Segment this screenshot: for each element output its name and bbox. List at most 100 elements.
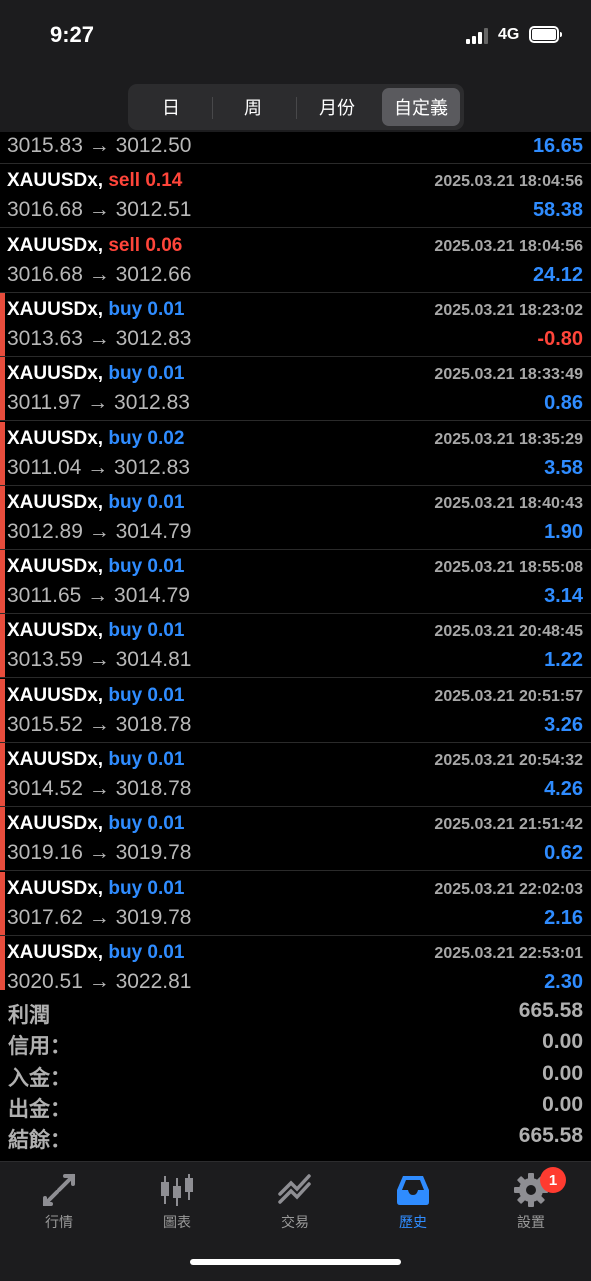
tab-chart[interactable]: 圖表 bbox=[118, 1170, 236, 1240]
trade-row[interactable]: XAUUSDx, buy 0.01 2025.03.21 20:54:32 3014… bbox=[0, 743, 591, 807]
trade-side-lots: buy 0.01 bbox=[103, 685, 184, 706]
trade-lots: 0.01 bbox=[147, 556, 185, 578]
trade-prices: 3016.68 → 3012.51 bbox=[7, 198, 192, 222]
trade-lots: 0.02 bbox=[147, 427, 185, 449]
trade-symbol: XAUUSDx, buy 0.01 bbox=[7, 620, 184, 642]
trade-side: buy bbox=[108, 298, 143, 320]
trade-side-lots: buy 0.01 bbox=[103, 620, 184, 641]
summary-value: 0.00 bbox=[542, 1061, 583, 1085]
trade-datetime: 2025.03.21 20:54:32 bbox=[434, 752, 583, 769]
tab-trade[interactable]: 交易 bbox=[236, 1170, 354, 1240]
trade-trend-icon bbox=[278, 1174, 311, 1204]
tab-quotes[interactable]: 行情 bbox=[0, 1170, 118, 1240]
trade-row[interactable]: XAUUSDx, buy 0.01 2025.03.21 18:55:08 3011… bbox=[0, 550, 591, 615]
trade-prices: 3011.97 → 3012.83 bbox=[7, 391, 190, 415]
symbol-name: XAUUSDx, bbox=[7, 170, 104, 192]
trade-datetime: 2025.03.21 18:55:08 bbox=[434, 559, 583, 577]
trade-prices: 3013.63 → 3012.83 bbox=[7, 326, 192, 350]
trade-side-lots: buy 0.01 bbox=[103, 363, 184, 384]
tab-label: 圖表 bbox=[163, 1214, 191, 1230]
trade-lots: 0.14 bbox=[145, 170, 183, 192]
cellular-signal-icon bbox=[466, 28, 492, 44]
trade-row[interactable]: XAUUSDx, buy 0.01 2025.03.21 22:02:03 3017… bbox=[0, 871, 591, 936]
tab-label: 歷史 bbox=[399, 1214, 427, 1230]
tab-history[interactable]: 歷史 bbox=[354, 1170, 472, 1240]
trade-profit: 4.26 bbox=[544, 778, 583, 800]
trade-row[interactable]: XAUUSDx, buy 0.02 2025.03.21 18:35:29 3011… bbox=[0, 421, 591, 486]
trade-side: buy bbox=[108, 941, 143, 963]
trade-row[interactable]: XAUUSDx, buy 0.01 2025.03.21 18:23:02 3013… bbox=[0, 292, 591, 357]
trade-side-lots: buy 0.02 bbox=[103, 428, 184, 449]
summary-value: 0.00 bbox=[542, 1092, 583, 1116]
trade-profit: 3.58 bbox=[544, 456, 583, 479]
trade-profit: 24.12 bbox=[532, 263, 583, 286]
summary-row: 信用： 0.00 bbox=[0, 1030, 591, 1061]
trade-row[interactable]: XAUUSDx, 3015.83 → 3012.5016.65 bbox=[0, 130, 591, 164]
period-tab-day[interactable]: 日 bbox=[132, 88, 210, 126]
symbol-name: XAUUSDx, bbox=[7, 941, 104, 963]
period-segmented-control: 日 周 月份 自定義 bbox=[128, 84, 464, 130]
trade-profit: 3.14 bbox=[544, 585, 583, 608]
trade-row[interactable]: XAUUSDx, buy 0.01 2025.03.21 21:51:42 3019… bbox=[0, 807, 591, 872]
summary-value: 0.00 bbox=[542, 1030, 583, 1054]
trade-prices: 3019.16 → 3019.78 bbox=[7, 841, 192, 865]
trade-profit: -0.80 bbox=[537, 327, 583, 350]
trade-history-list[interactable]: XAUUSDx, 3015.83 → 3012.50 16.65 XAUUSDx, … bbox=[0, 130, 591, 990]
trade-row[interactable]: XAUUSDx, buy 0.01 2025.03.21 20:48:45 3013… bbox=[0, 614, 591, 679]
trade-lots: 0.01 bbox=[147, 749, 185, 770]
trade-symbol: XAUUSDx, buy 0.01 bbox=[7, 363, 184, 385]
tab-settings[interactable]: 設置 bbox=[472, 1170, 590, 1240]
period-tab-custom[interactable]: 自定義 bbox=[382, 88, 460, 126]
trade-side-lots: buy 0.01 bbox=[103, 749, 184, 770]
period-tab-month[interactable]: 月份 bbox=[298, 88, 376, 126]
trade-side-lots: buy 0.01 bbox=[103, 942, 184, 963]
trade-prices: 3015.83 → 3012.50 bbox=[7, 134, 192, 157]
trade-row[interactable]: XAUUSDx, buy 0.01 2025.03.21 20:51:57 3015… bbox=[0, 678, 591, 743]
trade-datetime: 2025.03.21 18:40:43 bbox=[434, 494, 583, 512]
trade-side: buy bbox=[108, 556, 143, 578]
trade-symbol: XAUUSDx, buy 0.01 bbox=[7, 492, 184, 514]
trade-prices: 3014.52 → 3018.78 bbox=[7, 777, 192, 800]
trade-lots: 0.01 bbox=[147, 941, 185, 963]
trade-symbol: XAUUSDx, buy 0.01 bbox=[7, 878, 184, 900]
symbol-name: XAUUSDx, bbox=[7, 363, 104, 385]
trade-profit: 1.90 bbox=[544, 520, 583, 543]
home-indicator[interactable] bbox=[190, 1259, 401, 1265]
trade-prices: 3015.52 → 3018.78 bbox=[7, 712, 192, 736]
account-summary: 利潤 665.58 信用： 0.00 入金： 0.00 出金： 0.00 結餘： 665.58 bbox=[0, 995, 591, 1159]
trade-side: sell bbox=[108, 234, 141, 256]
trade-side-lots: sell 0.06 bbox=[103, 235, 182, 256]
trade-side: buy bbox=[108, 684, 143, 706]
trade-symbol: XAUUSDx, sell 0.06 bbox=[7, 235, 182, 257]
trade-datetime: 2025.03.21 18:04:56 bbox=[434, 173, 583, 191]
summary-row: 利潤 665.58 bbox=[0, 999, 591, 1030]
trade-lots: 0.01 bbox=[147, 620, 185, 642]
summary-value: 665.58 bbox=[518, 999, 583, 1022]
symbol-name: XAUUSDx, bbox=[7, 620, 104, 642]
trade-side-lots: sell 0.14 bbox=[103, 170, 182, 191]
trade-side: buy bbox=[108, 813, 143, 835]
trade-lots: 0.01 bbox=[147, 877, 185, 899]
trade-symbol: XAUUSDx, sell 0.14 bbox=[7, 170, 182, 192]
trade-row[interactable]: XAUUSDx, buy 0.01 2025.03.21 18:33:49 3011… bbox=[0, 357, 591, 422]
trade-row[interactable]: XAUUSDx, sell 0.14 2025.03.21 18:04:56 301… bbox=[0, 164, 591, 229]
network-type: 4G bbox=[498, 26, 520, 43]
trade-row[interactable]: XAUUSDx, buy 0.01 2025.03.21 18:40:43 3012… bbox=[0, 485, 591, 550]
trade-side: buy bbox=[108, 427, 143, 449]
quotes-arrows-icon bbox=[43, 1174, 75, 1206]
trade-prices: 3013.59 → 3014.81 bbox=[7, 648, 192, 672]
symbol-name: XAUUSDx, bbox=[7, 298, 104, 320]
trade-datetime: 2025.03.21 20:51:57 bbox=[434, 687, 583, 705]
period-tab-week[interactable]: 周 bbox=[214, 88, 292, 126]
summary-row: 結餘： 665.58 bbox=[0, 1124, 591, 1155]
trade-row[interactable]: XAUUSDx, sell 0.06 2025.03.21 18:04:56 301… bbox=[0, 229, 591, 293]
trade-datetime: 2025.03.21 18:04:56 bbox=[434, 237, 583, 255]
summary-value: 665.58 bbox=[518, 1124, 583, 1148]
trade-symbol: XAUUSDx, buy 0.01 bbox=[7, 749, 184, 771]
tab-label: 交易 bbox=[281, 1214, 309, 1230]
symbol-name: XAUUSDx, bbox=[7, 427, 104, 449]
trade-profit: 1.22 bbox=[544, 649, 583, 672]
trade-datetime: 2025.03.21 18:35:29 bbox=[434, 430, 583, 448]
trade-symbol: XAUUSDx, buy 0.01 bbox=[7, 556, 184, 578]
trade-row[interactable]: XAUUSDx, buy 0.01 2025.03.21 22:53:01 3020… bbox=[0, 935, 591, 990]
